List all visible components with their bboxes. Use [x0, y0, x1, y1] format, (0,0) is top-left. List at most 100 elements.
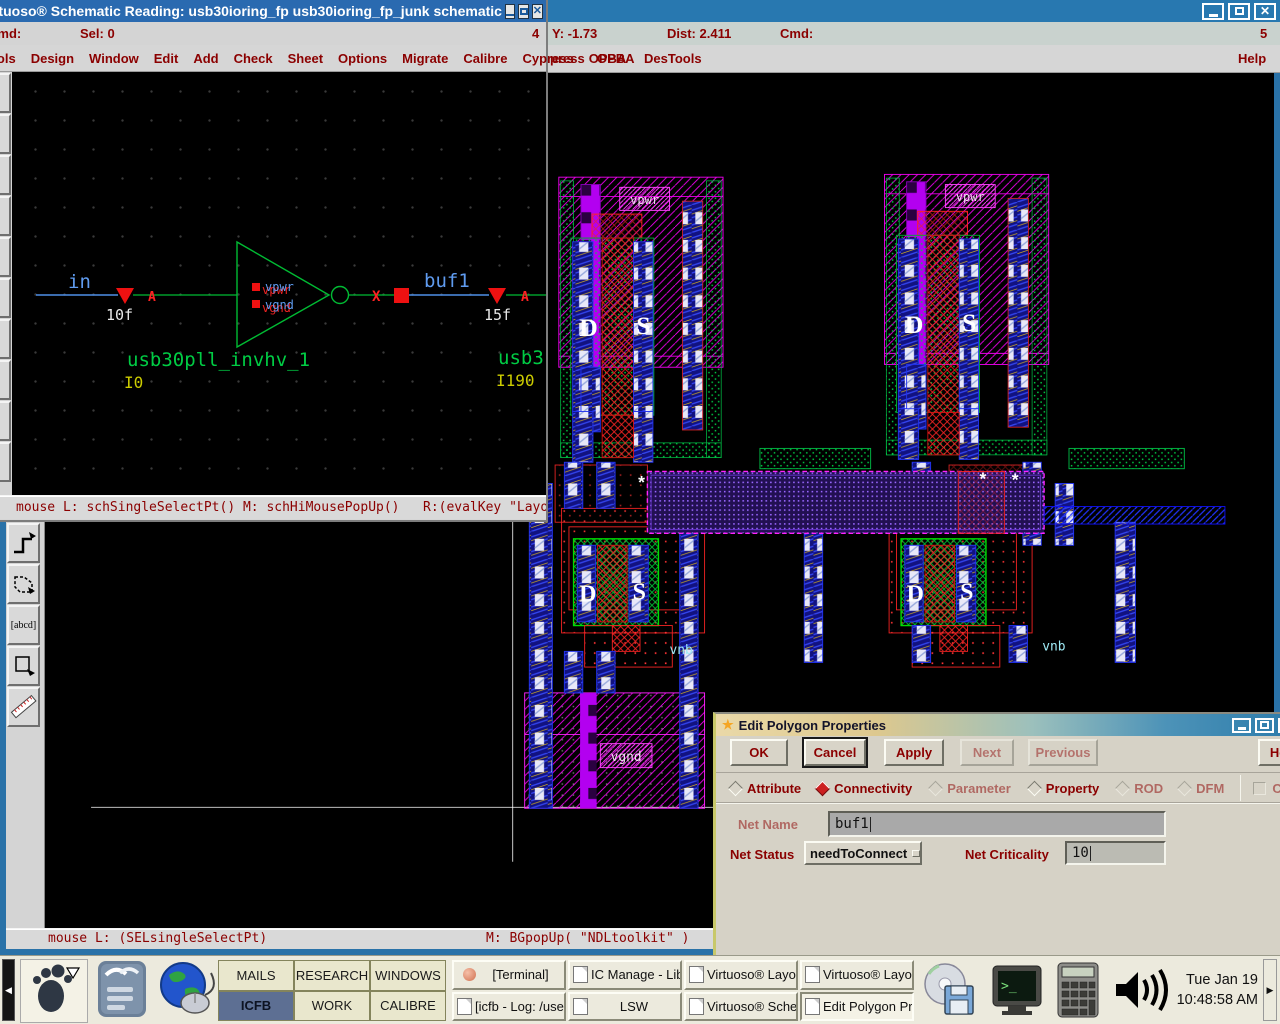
document-icon [457, 998, 472, 1015]
schematic-tool-button[interactable] [0, 319, 11, 359]
minimize-icon[interactable] [505, 4, 515, 19]
minimize-icon[interactable] [1232, 718, 1251, 733]
schematic-tool-button[interactable] [0, 73, 11, 113]
menu-item-add[interactable]: Add [193, 51, 218, 66]
net-status-label: Net Status [730, 847, 794, 862]
maximize-icon[interactable] [1255, 718, 1274, 733]
previous-button[interactable]: Previous [1028, 739, 1098, 766]
menu-item-calibre[interactable]: Calibre [463, 51, 507, 66]
net-status-dropdown[interactable]: needToConnect [804, 841, 922, 865]
workspace-mails[interactable]: MAILS [218, 960, 294, 991]
taskbar-window-edit-polygon[interactable]: Edit Polygon Pro [800, 992, 914, 1022]
menu-item-design[interactable]: Design [31, 51, 74, 66]
ok-button[interactable]: OK [730, 739, 788, 766]
layout-y-coord: Y: -1.73 [552, 26, 597, 41]
menu-item-destools[interactable]: DesTools [644, 51, 702, 66]
calculator-launcher-button[interactable] [1048, 960, 1108, 1021]
panel-hide-left-button[interactable]: ◀ [2, 959, 15, 1021]
openoffice-launcher-button[interactable] [90, 959, 154, 1021]
menu-item-check[interactable]: Check [234, 51, 273, 66]
panel-hide-right-button[interactable]: ▶ [1263, 959, 1277, 1021]
radio-attribute[interactable]: Attribute [730, 781, 801, 796]
minimize-icon[interactable] [1202, 3, 1224, 20]
workspace-work[interactable]: WORK [294, 991, 370, 1022]
schematic-tool-button[interactable] [0, 155, 11, 195]
menu-item-sheet[interactable]: Sheet [288, 51, 323, 66]
close-icon[interactable]: ✕ [1254, 3, 1276, 20]
radio-connectivity[interactable]: Connectivity [817, 781, 912, 796]
taskbar-window-label: Edit Polygon Pro [823, 999, 914, 1014]
document-icon [689, 998, 704, 1015]
label-tool-button[interactable]: [abcd] [7, 605, 40, 645]
path-tool-button[interactable] [7, 523, 40, 563]
maximize-icon[interactable] [1228, 3, 1250, 20]
polygon-tool-button[interactable] [7, 564, 40, 604]
capacitor-symbol-in[interactable] [116, 288, 134, 304]
net-name-value: buf1 [835, 816, 869, 832]
taskbar-window-virtuoso-layout-1[interactable]: Virtuoso® Layou [684, 960, 798, 990]
taskbar-window-label: Virtuoso® Layou [707, 967, 798, 982]
workspace-windows[interactable]: WINDOWS [370, 960, 446, 991]
radio-rod-label: ROD [1134, 781, 1163, 796]
next-button[interactable]: Next [960, 739, 1014, 766]
rectangle-tool-button[interactable] [7, 646, 40, 686]
net-criticality-label: Net Criticality [965, 847, 1049, 862]
gnome-menu-button[interactable] [20, 959, 88, 1023]
menu-item-help[interactable]: Help [1238, 51, 1266, 66]
dialog-title: Edit Polygon Properties [739, 718, 886, 733]
cancel-button[interactable]: Cancel [804, 739, 866, 766]
menu-item-migrate[interactable]: Migrate [402, 51, 448, 66]
schematic-tool-button[interactable] [0, 442, 11, 482]
workspace-research[interactable]: RESEARCH [294, 960, 370, 991]
help-button[interactable]: Help [1258, 739, 1280, 766]
close-icon[interactable]: ✕ [532, 4, 543, 19]
schematic-tool-button[interactable] [0, 237, 11, 277]
openoffice-icon [90, 959, 154, 1019]
inverter-vpwr-label: vpwr [265, 280, 294, 294]
menu-item-options[interactable]: Options [338, 51, 387, 66]
radio-rod[interactable]: ROD [1117, 781, 1163, 796]
schematic-canvas[interactable]: in 10f A vpwr vpwr vgnd vgnd X buf1 15f … [12, 72, 546, 495]
radio-property[interactable]: Property [1029, 781, 1099, 796]
schematic-tool-button[interactable] [0, 196, 11, 236]
schematic-statusbar: mouse L: schSingleSelectPt() M: schHiMou… [0, 495, 546, 519]
radio-parameter[interactable]: Parameter [930, 781, 1011, 796]
volume-button[interactable] [1108, 960, 1170, 1021]
workspace-icfb[interactable]: ICFB [218, 991, 294, 1022]
menu-item-opba[interactable]: OPBA [589, 51, 627, 66]
clock[interactable]: Tue Jan 19 10:48:58 AM [1172, 970, 1258, 1011]
menu-item-tools[interactable]: Tools [0, 51, 16, 66]
web-browser-launcher-button[interactable] [155, 959, 217, 1021]
net-name-field[interactable]: buf1 [828, 811, 1166, 837]
schematic-titlebar[interactable]: Virtuoso® Schematic Reading: usb30ioring… [0, 0, 546, 22]
checkbox-common[interactable]: Common [1253, 781, 1280, 796]
taskbar-window-terminal[interactable]: [Terminal] [452, 960, 566, 990]
dialog-titlebar[interactable]: ★ Edit Polygon Properties ✕ [716, 714, 1280, 736]
taskbar-window-virtuoso-layout-2[interactable]: Virtuoso® Layou [800, 960, 914, 990]
path-tool-icon [11, 528, 37, 558]
capacitor-symbol-out[interactable] [488, 288, 506, 304]
menu-item-edit[interactable]: Edit [154, 51, 179, 66]
media-launcher-button[interactable] [917, 960, 983, 1021]
schematic-tool-button[interactable] [0, 114, 11, 154]
menu-item-cypress[interactable]: Cypress [522, 51, 573, 66]
maximize-icon[interactable] [518, 4, 528, 19]
terminal-peach-icon [463, 968, 476, 981]
radio-dfm[interactable]: DFM [1179, 781, 1224, 796]
taskbar-window-icmanage[interactable]: IC Manage - Lib [568, 960, 682, 990]
menu-item-window[interactable]: Window [89, 51, 139, 66]
terminal-launcher-button[interactable]: >_ [988, 960, 1046, 1021]
taskbar-window-label: [Terminal] [492, 967, 548, 982]
radio-diamond-icon [928, 780, 944, 796]
taskbar-window-lsw[interactable]: LSW [568, 992, 682, 1022]
inverter-vgnd-label: vgnd [265, 298, 294, 312]
ruler-tool-button[interactable] [7, 687, 40, 727]
taskbar-window-icfb-log[interactable]: [icfb - Log: /use [452, 992, 566, 1022]
workspace-calibre[interactable]: CALIBRE [370, 991, 446, 1022]
apply-button[interactable]: Apply [884, 739, 944, 766]
schematic-tool-button[interactable] [0, 360, 11, 400]
net-criticality-field[interactable]: 10 [1065, 841, 1166, 865]
schematic-tool-button[interactable] [0, 278, 11, 318]
schematic-tool-button[interactable] [0, 401, 11, 441]
taskbar-window-virtuoso-schematic[interactable]: Virtuoso® Sche [684, 992, 798, 1022]
